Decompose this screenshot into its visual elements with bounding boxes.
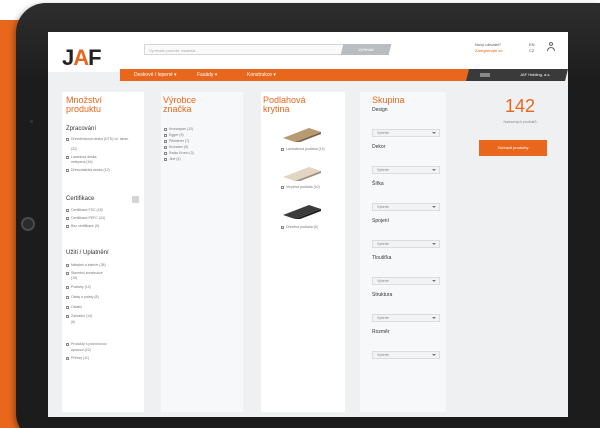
checkbox-item[interactable]: Kronospan (12) (164, 127, 193, 132)
checkbox-item[interactable]: Obaly a palety (8) (66, 295, 99, 300)
checkbox-item[interactable]: Jiné (4) (164, 157, 181, 162)
filter-column-flooring: Podlahová krytina Laminátová podlaha (14… (261, 92, 345, 412)
checkbox-item[interactable]: Egger (9) (164, 133, 184, 138)
checkbox-item[interactable]: Nábytek a interiér (38) (66, 263, 106, 268)
site-header: JAF Vyhledat produkt, materiál... Vyhled… (48, 32, 568, 72)
tablet-screen: JAF Vyhledat produkt, materiál... Vyhled… (48, 32, 568, 417)
dropdown-thickness[interactable]: Vyberte (372, 277, 440, 285)
chevron-down-icon (432, 132, 436, 134)
checkbox-item[interactable]: Podlahy (12) (66, 285, 91, 290)
tablet-camera (30, 120, 33, 123)
filter-column-group: Skupina Design Vyberte Dekor Vyberte Šíř… (360, 92, 446, 412)
tablet-home-button (21, 217, 35, 231)
account-icon[interactable] (547, 42, 555, 52)
dropdown-label: Tloušťka (372, 255, 392, 261)
language-switcher[interactable]: EN CZ (529, 42, 535, 54)
checkbox-item-count: (19) (71, 276, 78, 280)
checkbox-item[interactable]: Laminátová podlaha (14) (281, 147, 325, 152)
nav-company[interactable]: JAF Holding, a.s. (480, 69, 568, 81)
nav-company-label: JAF Holding, a.s. (520, 72, 551, 77)
checkbox-item[interactable]: Certifikace FSC (18) (66, 208, 103, 213)
checkbox-item[interactable]: Certifikace PEFC (24) (66, 216, 105, 221)
chevron-down-icon (432, 354, 436, 356)
user-box: Nový uživatel? Zaregistrujte se (475, 42, 503, 54)
dropdown-label: Šířka (372, 181, 384, 187)
info-icon[interactable] (132, 196, 139, 203)
column-title: Skupina (372, 95, 405, 105)
nav-item-boards[interactable]: Deskové / lepené ▾ (134, 69, 177, 81)
dropdown-label: Dekor (372, 144, 386, 150)
dropdown-structure[interactable]: Vyberte (372, 314, 440, 322)
checkbox-item[interactable]: Zahradní (14) (66, 314, 92, 319)
checkbox-item[interactable]: Dřevotřísková deska (DTD) vč. lamin. (66, 137, 138, 142)
checkbox-item[interactable]: Vinylová podlaha (10) (281, 185, 320, 190)
checkbox-item-count: nelepená (16) (71, 160, 93, 164)
checkbox-item[interactable]: Produkty s povrchovou (66, 342, 107, 347)
dropdown-label: Struktura (372, 292, 393, 298)
dropdown-label: Spojení (372, 218, 389, 224)
jaf-logo[interactable]: JAF (62, 45, 102, 71)
checkbox-item[interactable]: Lamelová deska (66, 155, 97, 160)
chevron-down-icon (432, 206, 436, 208)
search-button[interactable]: Vyhledat (340, 44, 392, 55)
dropdown-width[interactable]: Vyberte (372, 203, 440, 211)
nav-item-facades[interactable]: Fasády ▾ (197, 69, 217, 81)
filter-column-manufacturer: Výrobce značka Kronospan (12) Egger (9) … (161, 92, 243, 412)
dropdown-label: Design (372, 107, 388, 113)
checkbox-item[interactable]: Dřevěná podlaha (6) (281, 225, 318, 230)
checkbox-item[interactable]: Bez certifikace (9) (66, 224, 99, 229)
dropdown-size[interactable]: Vyberte (372, 351, 440, 359)
search-input[interactable]: Vyhledat produkt, materiál... (144, 44, 344, 55)
result-count-label: Nalezených produktů (503, 120, 537, 124)
checkbox-item[interactable]: Swiss Krono (3) (164, 151, 194, 156)
sample-image-vinyl[interactable] (283, 167, 321, 181)
chevron-down-icon (432, 169, 436, 171)
sample-image-wood[interactable] (283, 205, 321, 219)
chevron-down-icon (432, 243, 436, 245)
result-count: 142 (504, 96, 536, 116)
checkbox-item[interactable]: Kronotex (5) (164, 145, 188, 150)
checkbox-item[interactable]: Dřevovláknitá deska (12) (66, 168, 110, 173)
checkbox-item[interactable]: Pfleiderer (7) (164, 139, 189, 144)
dropdown-design[interactable]: Vyberte (372, 129, 440, 137)
section-title: Zpracování (66, 126, 97, 132)
section-title: Certifikace (66, 196, 95, 202)
main-nav: Deskové / lepené ▾ Fasády ▾ Konstrukce ▾ (120, 69, 510, 81)
checkbox-item[interactable]: Ostatní (66, 305, 82, 310)
checkbox-item-count: úpravou (22) (71, 348, 91, 352)
register-link[interactable]: Zaregistrujte se (475, 48, 503, 54)
dropdown-joint[interactable]: Vyberte (372, 240, 440, 248)
column-title: Podlahová krytina (263, 95, 306, 114)
section-title: Užití / Uplatnění (66, 250, 109, 256)
nav-item-construction[interactable]: Konstrukce ▾ (247, 69, 276, 81)
dropdown-decor[interactable]: Vyberte (372, 166, 440, 174)
sample-image-laminate[interactable] (283, 128, 321, 142)
chevron-down-icon (432, 317, 436, 319)
language-cz[interactable]: CZ (529, 48, 535, 54)
column-title: Výrobce značka (163, 95, 197, 114)
chevron-down-icon (432, 280, 436, 282)
cart-icon[interactable] (480, 72, 490, 77)
dropdown-label: Rozměr (372, 329, 390, 335)
checkbox-item-count: (32) (71, 147, 78, 151)
filter-column-quantity: Množství produktu Zpracování Dřevotřísko… (62, 92, 144, 412)
checkbox-item[interactable]: Přířezy (11) (66, 356, 89, 361)
checkbox-item-count: (6) (71, 320, 76, 324)
column-title: Množství produktu (66, 95, 103, 114)
show-products-button[interactable]: Zobrazit produkty (479, 140, 547, 156)
checkbox-item[interactable]: Stavební konstrukce (66, 271, 103, 276)
